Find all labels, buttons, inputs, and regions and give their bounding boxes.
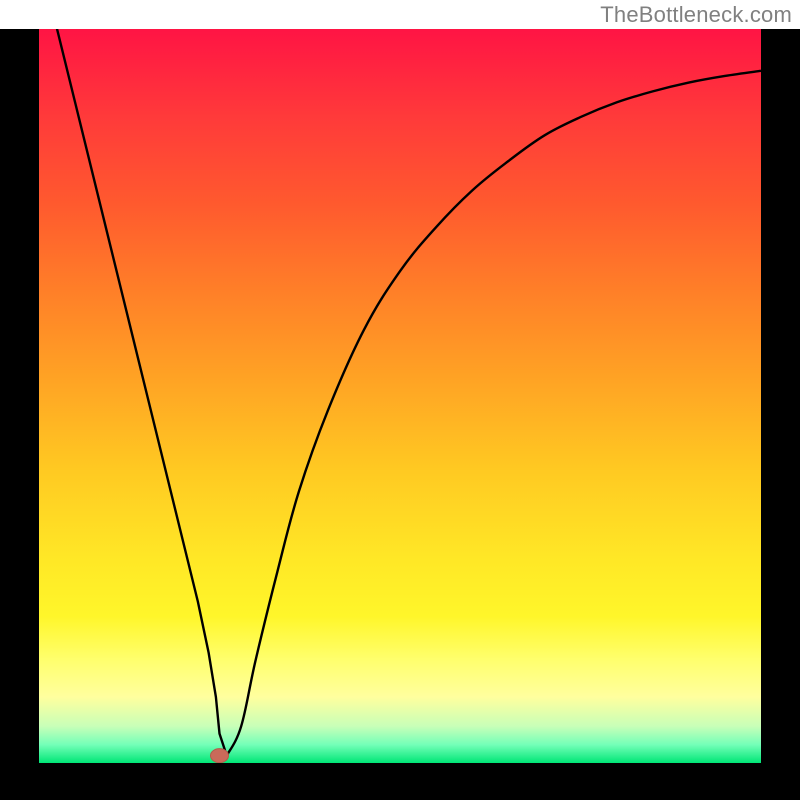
attribution-label: TheBottleneck.com bbox=[600, 2, 792, 28]
frame-right bbox=[761, 29, 800, 800]
bottleneck-chart bbox=[0, 0, 800, 800]
frame-bottom bbox=[0, 763, 800, 800]
optimal-point-marker bbox=[211, 749, 229, 763]
frame-left bbox=[0, 29, 39, 800]
